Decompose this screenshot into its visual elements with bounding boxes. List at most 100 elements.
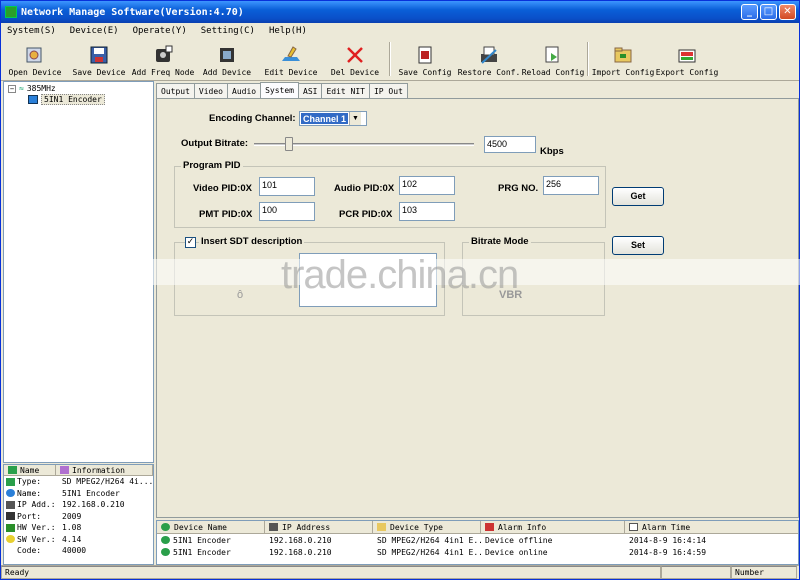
maximize-button[interactable]: □: [760, 4, 777, 20]
type-icon: [6, 477, 15, 486]
tab-edit-nit[interactable]: Edit NIT: [321, 83, 370, 98]
status-empty-pane: [661, 566, 731, 579]
tab-system[interactable]: System: [260, 82, 299, 98]
device-online-icon: [161, 548, 170, 556]
export-config-button[interactable]: Export Config: [655, 40, 719, 80]
log-header-device-type[interactable]: Device Type: [373, 521, 481, 533]
table-row[interactable]: 5IN1 Encoder 192.168.0.210 SD MPEG2/H264…: [157, 546, 798, 558]
edit-device-button[interactable]: Edit Device: [259, 40, 323, 80]
edit-device-icon: [280, 45, 302, 65]
add-device-button[interactable]: Add Device: [195, 40, 259, 80]
software-icon: [6, 535, 15, 544]
menu-bar: System(S) Device(E) Operate(Y) Setting(C…: [1, 23, 799, 39]
tab-ip-out[interactable]: IP Out: [368, 83, 408, 98]
ip-icon: [6, 500, 15, 509]
program-pid-title: Program PID: [181, 160, 243, 171]
menu-setting[interactable]: Setting(C): [201, 26, 255, 36]
add-freq-node-icon: [152, 45, 174, 65]
log-header-ip-address[interactable]: IP Address: [265, 521, 373, 533]
pcr-pid-label: PCR PID:0X: [339, 209, 393, 220]
tab-video[interactable]: Video: [193, 83, 228, 98]
save-config-button[interactable]: Save Config: [393, 40, 457, 80]
toolbar-separator: [389, 42, 391, 76]
sdt-label: Insert SDT description: [199, 236, 305, 247]
get-button[interactable]: Get: [612, 187, 664, 206]
reload-config-button[interactable]: Reload Config: [521, 40, 585, 80]
tab-audio[interactable]: Audio: [227, 83, 262, 98]
reload-config-icon: [542, 45, 564, 65]
info-row-hw: HW Ver.: 1.08: [4, 522, 153, 534]
prg-no-field[interactable]: 256: [543, 176, 599, 195]
output-bitrate-label: Output Bitrate:: [181, 138, 249, 149]
encoder-device-icon: [28, 95, 38, 104]
menu-operate[interactable]: Operate(Y): [133, 26, 187, 36]
status-text: Ready: [1, 566, 661, 579]
bitrate-slider-thumb[interactable]: [285, 137, 294, 151]
restore-config-button[interactable]: Restore Conf.: [457, 40, 521, 80]
information-icon: [60, 466, 69, 474]
add-freq-node-button[interactable]: Add Freq Node: [131, 40, 195, 80]
save-device-icon: [88, 45, 110, 65]
main-window: Network Manage Software(Version:4.70) _ …: [0, 0, 800, 580]
menu-help[interactable]: Help(H): [269, 26, 307, 36]
name-icon: [8, 466, 17, 474]
info-header-name[interactable]: Name: [4, 465, 56, 475]
prg-no-label: PRG NO.: [498, 183, 539, 194]
program-pid-group: Program PID Video PID:0X 101 Audio PID:0…: [174, 160, 606, 228]
alarm-info-icon: [485, 523, 494, 531]
device-offline-icon: [161, 536, 170, 544]
sdt-faded-mark: ô: [237, 289, 244, 301]
table-row[interactable]: 5IN1 Encoder 192.168.0.210 SD MPEG2/H264…: [157, 534, 798, 546]
minimize-button[interactable]: _: [741, 4, 758, 20]
device-tree[interactable]: − ≈ 385MHz 5IN1 Encoder: [3, 81, 154, 463]
open-device-icon: [24, 45, 46, 65]
set-button[interactable]: Set: [612, 236, 664, 255]
menu-system[interactable]: System(S): [7, 26, 56, 36]
log-header-alarm-info[interactable]: Alarm Info: [481, 521, 625, 533]
alarm-log-table[interactable]: Device Name IP Address Device Type Alarm…: [156, 520, 799, 565]
status-bar: Ready Number: [1, 565, 799, 579]
del-device-button[interactable]: Del Device: [323, 40, 387, 80]
video-pid-label: Video PID:0X: [193, 183, 252, 194]
collapse-icon[interactable]: −: [8, 84, 16, 93]
encoding-channel-label: Encoding Channel:: [209, 113, 296, 124]
menu-device[interactable]: Device(E): [70, 26, 119, 36]
bitrate-unit: Kbps: [540, 146, 564, 157]
toolbar-separator: [587, 42, 589, 76]
sdt-checkbox[interactable]: ✓: [185, 237, 196, 248]
import-config-icon: [612, 45, 634, 65]
system-panel: Encoding Channel: Channel 1 ▼ Output Bit…: [156, 98, 799, 518]
import-config-button[interactable]: Import Config: [591, 40, 655, 80]
export-config-icon: [676, 45, 698, 65]
save-device-button[interactable]: Save Device: [67, 40, 131, 80]
video-pid-field[interactable]: 101: [259, 177, 315, 196]
encoding-channel-value: Channel 1: [301, 113, 349, 124]
pmt-pid-field[interactable]: 100: [259, 202, 315, 221]
log-header-device-name[interactable]: Device Name: [157, 521, 265, 533]
info-header-information[interactable]: Information: [56, 465, 153, 475]
tab-asi[interactable]: ASI: [298, 83, 323, 98]
status-number: Number: [731, 566, 797, 579]
device-info-panel: Name Information Type: SD MPEG2/H264 4i..…: [3, 464, 154, 565]
pcr-pid-field[interactable]: 103: [399, 202, 455, 221]
window-title: Network Manage Software(Version:4.70): [21, 6, 244, 18]
chevron-down-icon[interactable]: ▼: [349, 112, 362, 125]
close-button[interactable]: ✕: [779, 4, 796, 20]
log-header-alarm-time[interactable]: Alarm Time: [625, 521, 797, 533]
tab-output[interactable]: Output: [156, 83, 195, 98]
hardware-icon: [6, 523, 15, 532]
audio-pid-field[interactable]: 102: [399, 176, 455, 195]
open-device-button[interactable]: Open Device: [3, 40, 67, 80]
toolbar: Open Device Save Device Add Freq Node Ad…: [1, 39, 799, 81]
encoding-channel-select[interactable]: Channel 1 ▼: [299, 111, 367, 126]
add-device-icon: [216, 45, 238, 65]
tree-node-frequency[interactable]: − ≈ 385MHz: [8, 84, 56, 93]
name-icon: [6, 489, 15, 498]
alarm-time-icon: [629, 523, 638, 531]
title-bar[interactable]: Network Manage Software(Version:4.70) _ …: [1, 1, 799, 23]
output-bitrate-field[interactable]: 4500: [484, 136, 536, 153]
app-icon: [5, 6, 17, 18]
save-config-icon: [414, 45, 436, 65]
info-row-ip: IP Add.: 192.168.0.210: [4, 499, 153, 511]
tree-node-encoder[interactable]: 5IN1 Encoder: [28, 94, 105, 105]
